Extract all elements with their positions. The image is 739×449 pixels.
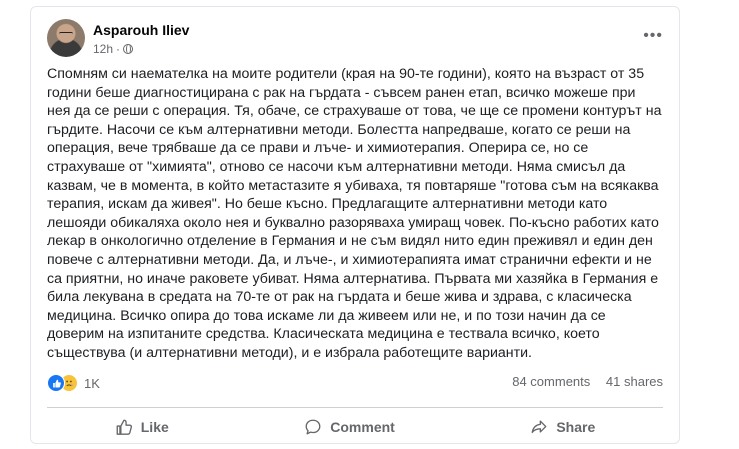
post-text-line: гърдите. Насочи се към алтернативни мето… (47, 121, 631, 138)
post-text-line: съществува (и алтернативни методи), и е … (47, 344, 532, 361)
share-icon (531, 420, 547, 434)
share-label: Share (556, 419, 596, 435)
post-text-line: медицина. Всичко опира до това искаме ли… (47, 307, 606, 324)
thumbs-up-icon (116, 419, 132, 435)
post-text-line: терапия, искам да живея". Но беше късно.… (47, 196, 608, 213)
post-text-line: доверим на изпитаните средства. Класичес… (47, 326, 600, 343)
engagement-counts: 84 comments 41 shares (512, 374, 663, 389)
post-text-line: години беше диагностицирана с рак на гър… (47, 84, 636, 101)
globe-icon (123, 44, 134, 54)
post-text-line: лешояди обикаляха около нея и буквално р… (47, 214, 659, 231)
post-text-line: повече с алтернативни методи. Да, и лъче… (47, 251, 652, 268)
post-meta: 12h · (93, 42, 134, 56)
comments-count[interactable]: 84 comments (512, 374, 590, 389)
post-time[interactable]: 12h (93, 42, 113, 56)
avatar[interactable] (47, 19, 85, 57)
post-card: Asparouh Iliev 12h · ••• Спомням си наем… (30, 6, 680, 444)
action-bar: Like Comment Share (47, 412, 663, 442)
post-text-line: операция, вече трябваше да се прави и лъ… (47, 140, 589, 157)
post-text-line: лекар в онкологично отделение в Германия… (47, 233, 653, 250)
post-text-line: била лекувана в средата на 70-те от рак … (47, 289, 632, 306)
divider (47, 407, 663, 408)
post-text-line: нея да се реши с операция. Тя, обаче, се… (47, 103, 662, 120)
comment-label: Comment (330, 419, 395, 435)
post-text-line: казвам, че в момента, в който метастазит… (47, 177, 659, 194)
post-text-line: Спомням си наемателка на моите родители … (47, 66, 645, 82)
comment-button[interactable]: Comment (304, 418, 395, 436)
thumbs-up-icon (47, 374, 65, 392)
share-button[interactable]: Share (530, 418, 595, 436)
post-header: Asparouh Iliev 12h · ••• (47, 17, 663, 61)
more-options-button[interactable]: ••• (643, 27, 663, 45)
post-body: Спомням си наемателка на моите родители … (47, 65, 667, 363)
author-name[interactable]: Asparouh Iliev (93, 22, 189, 38)
post-text-line: страхуваше от "химията", отново се насоч… (47, 158, 626, 175)
reactions-count: 1K (84, 375, 100, 391)
post-text-line: са приятни, но иначе раковете убиват. Ня… (47, 270, 659, 287)
like-button[interactable]: Like (115, 418, 169, 436)
reactions-summary[interactable]: 1K (47, 374, 100, 392)
like-label: Like (140, 419, 169, 435)
comment-icon (305, 419, 321, 435)
post-stats: 1K 84 comments 41 shares (47, 372, 663, 394)
meta-separator: · (116, 42, 121, 56)
shares-count[interactable]: 41 shares (606, 374, 663, 389)
